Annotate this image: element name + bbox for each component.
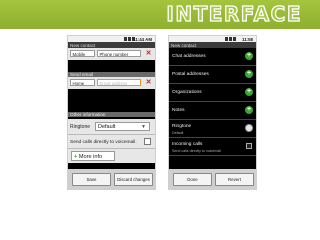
ringtone-label: Ringtone [172,123,192,129]
add-icon[interactable]: + [245,70,253,78]
screen-title: New contact [171,42,197,48]
incoming-calls-sub: Send calls directly to voicemail [172,148,221,153]
more-info-label: More info [78,154,103,160]
discard-changes-button[interactable]: Discard changes [114,173,153,186]
screen-title: New contact [70,42,96,48]
list-item-chat-addresses[interactable]: Chat addresses + [169,48,256,66]
list-item-organizations[interactable]: Organizations + [169,84,256,102]
slide-title: INTERFACE [166,1,302,26]
bottom-button-bar: Done Revert [169,169,256,189]
phone-screenshot-new-contact-form: 11:44 AM New contact Mobile Phone number… [67,35,156,190]
email-address-input[interactable]: Email address [97,79,141,86]
ringtone-label: Ringtone [70,124,91,130]
more-info-row: + More info [68,148,155,163]
voicemail-label: Send calls directly to voicemail. [70,139,137,145]
other-info-header: Other information [68,112,155,117]
list-item-label: Postal addresses [172,72,209,77]
voicemail-row[interactable]: Send calls directly to voicemail. [68,134,155,149]
incoming-calls-label: Incoming calls [172,141,203,147]
phone-screenshot-contact-details: 11:58 New contact Chat addresses + Posta… [168,35,257,190]
status-time: 11:44 AM [133,36,152,42]
list-item-label: Chat addresses [172,54,206,59]
status-time: 11:58 [242,36,253,42]
add-icon[interactable]: + [245,88,253,96]
phone-number-input[interactable]: Phone number [97,50,141,57]
phone-type-select[interactable]: Mobile [70,50,95,57]
remove-email-icon[interactable]: ✕ [145,79,152,87]
done-button[interactable]: Done [173,173,212,186]
add-icon[interactable]: + [245,106,253,114]
ringtone-select[interactable]: Default ▼ [95,122,150,131]
list-item-label: Organizations [172,90,202,95]
bottom-button-bar: Save Discard changes [68,169,155,189]
list-item-ringtone[interactable]: Ringtone Default [169,120,256,138]
save-button[interactable]: Save [72,173,111,186]
options-icon[interactable] [245,124,253,132]
incoming-calls-checkbox[interactable] [246,143,252,149]
revert-button[interactable]: Revert [215,173,254,186]
ringtone-value: Default [172,130,184,135]
phone-field-row: Mobile Phone number ✕ [68,48,155,60]
ringtone-value: Default [98,124,116,130]
email-field-row: Home Email address ✕ [68,77,155,89]
list-item-label: Notes [172,108,185,113]
chevron-down-icon: ▼ [141,124,146,130]
plus-icon: + [74,154,78,160]
more-info-button[interactable]: + More info [71,151,115,161]
remove-phone-icon[interactable]: ✕ [145,50,152,58]
signal-icon [225,37,239,41]
list-item-incoming-calls[interactable]: Incoming calls Send calls directly to vo… [169,138,256,156]
add-icon[interactable]: + [245,52,253,60]
email-type-select[interactable]: Home [70,79,95,86]
voicemail-checkbox[interactable] [144,138,151,145]
other-info-label: Other information [70,112,106,117]
list-item-notes[interactable]: Notes + [169,102,256,120]
list-item-postal-addresses[interactable]: Postal addresses + [169,66,256,84]
ringtone-row: Ringtone Default ▼ [68,119,155,134]
contact-field-list: Chat addresses + Postal addresses + Orga… [169,48,256,156]
